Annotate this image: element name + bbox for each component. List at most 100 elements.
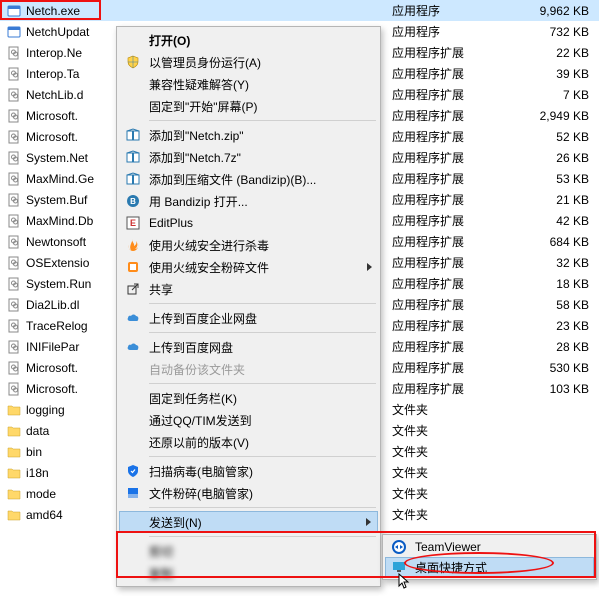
menu-runas[interactable]: 以管理员身份运行(A)	[119, 51, 378, 73]
dll-icon	[6, 87, 22, 103]
separator	[149, 303, 376, 304]
file-size: 53 KB	[509, 172, 589, 186]
app-icon	[6, 3, 22, 19]
folder-icon	[6, 402, 22, 418]
submenu-arrow-icon	[367, 263, 372, 271]
menu-upload-baidu[interactable]: 上传到百度网盘	[119, 336, 378, 358]
menu-editplus-label: EditPlus	[149, 216, 360, 230]
separator	[149, 383, 376, 384]
file-name: MaxMind.Ge	[26, 172, 112, 186]
file-type: 应用程序扩展	[392, 233, 482, 250]
menu-open-label: 打开(O)	[149, 32, 360, 49]
file-name: MaxMind.Db	[26, 214, 112, 228]
menu-scan-virus[interactable]: 扫描病毒(电脑管家)	[119, 460, 378, 482]
menu-cut[interactable]: 剪切	[119, 540, 378, 562]
dll-icon	[6, 213, 22, 229]
folder-icon	[6, 486, 22, 502]
file-name: data	[26, 424, 112, 438]
menu-copy[interactable]: 复制	[119, 562, 378, 584]
menu-pin-start[interactable]: 固定到"开始"屏幕(P)	[119, 95, 378, 117]
file-type: 应用程序扩展	[392, 65, 482, 82]
menu-open-bandizip[interactable]: B 用 Bandizip 打开...	[119, 190, 378, 212]
separator	[149, 332, 376, 333]
menu-pin-start-label: 固定到"开始"屏幕(P)	[149, 98, 360, 115]
menu-restore-prev-label: 还原以前的版本(V)	[149, 434, 360, 451]
menu-huorong-scan[interactable]: 使用火绒安全进行杀毒	[119, 234, 378, 256]
menu-upload-baidu-ent-label: 上传到百度企业网盘	[149, 310, 360, 327]
menu-editplus[interactable]: E EditPlus	[119, 212, 378, 234]
menu-file-shred[interactable]: 文件粉碎(电脑管家)	[119, 482, 378, 504]
dll-icon	[6, 318, 22, 334]
file-type: 应用程序扩展	[392, 275, 482, 292]
menu-upload-baidu-label: 上传到百度网盘	[149, 339, 360, 356]
menu-restore-prev[interactable]: 还原以前的版本(V)	[119, 431, 378, 453]
menu-open-bandizip-label: 用 Bandizip 打开...	[149, 193, 360, 210]
file-row[interactable]: Netch.exe应用程序9,962 KB	[0, 0, 599, 21]
context-menu: 打开(O) 以管理员身份运行(A) 兼容性疑难解答(Y) 固定到"开始"屏幕(P…	[116, 26, 381, 587]
blank-icon	[123, 98, 143, 114]
menu-huorong-shred-label: 使用火绒安全粉碎文件	[149, 259, 360, 276]
menu-upload-baidu-ent[interactable]: 上传到百度企业网盘	[119, 307, 378, 329]
folder-icon	[6, 465, 22, 481]
svg-text:B: B	[130, 197, 136, 206]
send-to-submenu: TeamViewer 桌面快捷方式	[382, 534, 597, 580]
menu-send-to[interactable]: 发送到(N)	[119, 511, 378, 533]
file-name: logging	[26, 403, 112, 417]
bandizip-box-icon	[123, 127, 143, 143]
menu-send-qq[interactable]: 通过QQ/TIM发送到	[119, 409, 378, 431]
sub-desktop-shortcut-label: 桌面快捷方式	[415, 559, 487, 576]
sub-desktop-shortcut[interactable]: 桌面快捷方式	[385, 557, 594, 577]
file-size: 684 KB	[509, 235, 589, 249]
dll-icon	[6, 150, 22, 166]
menu-open[interactable]: 打开(O)	[119, 29, 378, 51]
blank-icon	[123, 412, 143, 428]
file-name: mode	[26, 487, 112, 501]
pcmgr-scan-icon	[123, 463, 143, 479]
folder-icon	[6, 507, 22, 523]
file-name: Newtonsoft	[26, 235, 112, 249]
menu-add-compress[interactable]: 添加到压缩文件 (Bandizip)(B)...	[119, 168, 378, 190]
dll-icon	[6, 339, 22, 355]
bandizip-app-icon: B	[123, 193, 143, 209]
file-name: i18n	[26, 466, 112, 480]
file-type: 应用程序扩展	[392, 86, 482, 103]
file-size: 22 KB	[509, 46, 589, 60]
desktop-icon	[389, 559, 409, 575]
menu-add-7z[interactable]: 添加到"Netch.7z"	[119, 146, 378, 168]
menu-compat[interactable]: 兼容性疑难解答(Y)	[119, 73, 378, 95]
dll-icon	[6, 66, 22, 82]
file-name: Netch.exe	[26, 4, 112, 18]
bandizip-box-icon	[123, 149, 143, 165]
menu-compat-label: 兼容性疑难解答(Y)	[149, 76, 360, 93]
menu-copy-label: 复制	[149, 565, 360, 582]
file-name: NetchLib.d	[26, 88, 112, 102]
huorong-shred-icon	[123, 259, 143, 275]
file-size: 58 KB	[509, 298, 589, 312]
blank-icon	[123, 434, 143, 450]
cloud-icon	[123, 339, 143, 355]
blank-icon	[123, 390, 143, 406]
menu-send-qq-label: 通过QQ/TIM发送到	[149, 412, 360, 429]
folder-icon	[6, 423, 22, 439]
file-name: Microsoft.	[26, 361, 112, 375]
file-type: 应用程序扩展	[392, 170, 482, 187]
file-type: 应用程序	[392, 23, 482, 40]
menu-pin-taskbar[interactable]: 固定到任务栏(K)	[119, 387, 378, 409]
file-size: 18 KB	[509, 277, 589, 291]
menu-add-compress-label: 添加到压缩文件 (Bandizip)(B)...	[149, 171, 360, 188]
svg-text:E: E	[130, 218, 136, 228]
file-type: 应用程序扩展	[392, 212, 482, 229]
file-type: 应用程序扩展	[392, 296, 482, 313]
sub-teamviewer[interactable]: TeamViewer	[385, 537, 594, 557]
menu-add-zip[interactable]: 添加到"Netch.zip"	[119, 124, 378, 146]
file-name: amd64	[26, 508, 112, 522]
menu-huorong-shred[interactable]: 使用火绒安全粉碎文件	[119, 256, 378, 278]
menu-scan-virus-label: 扫描病毒(电脑管家)	[149, 463, 360, 480]
dll-icon	[6, 276, 22, 292]
file-size: 32 KB	[509, 256, 589, 270]
menu-share[interactable]: 共享	[119, 278, 378, 300]
file-size: 9,962 KB	[509, 4, 589, 18]
file-type: 文件夹	[392, 422, 482, 439]
menu-huorong-scan-label: 使用火绒安全进行杀毒	[149, 237, 360, 254]
file-name: Interop.Ne	[26, 46, 112, 60]
